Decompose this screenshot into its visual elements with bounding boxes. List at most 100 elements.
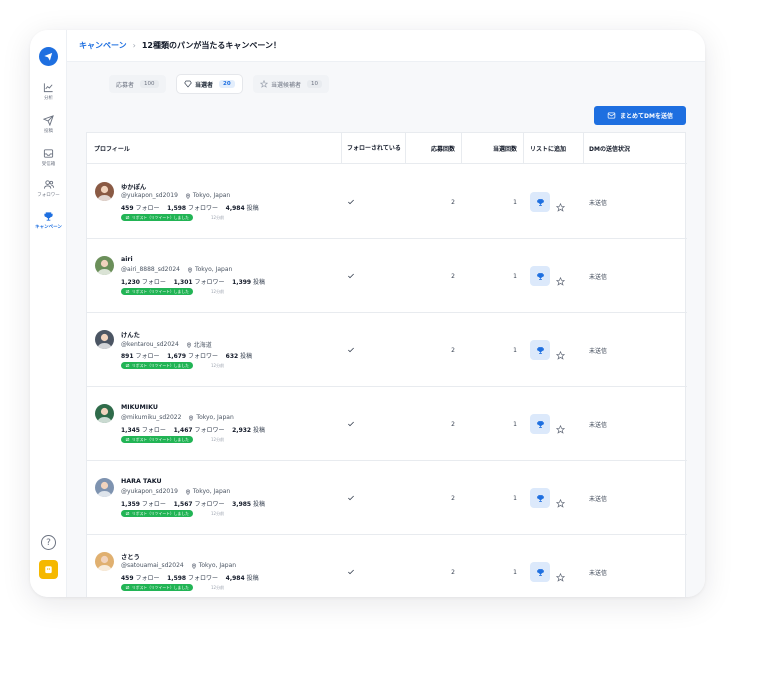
- tab-count: 10: [307, 80, 323, 88]
- trophy-icon: [536, 346, 544, 354]
- repost-badge: リポスト（リツイート）しました: [121, 584, 193, 591]
- sidebar-item-label: 受信箱: [41, 162, 56, 167]
- user-name[interactable]: けんた: [121, 330, 140, 339]
- inbox-icon: [43, 149, 54, 158]
- table-header: プロフィール フォローされている 応募回数 当選回数 リストに追加 DMの送信状…: [87, 133, 687, 164]
- wins-count: 1: [513, 346, 517, 354]
- applications-count: 2: [451, 272, 455, 280]
- star-outline-icon: [555, 276, 566, 286]
- user-handle: @satouamai_sd2024 Tokyo, Japan: [121, 562, 237, 569]
- breadcrumb-separator: ›: [132, 41, 136, 50]
- winner-trophy-button[interactable]: [530, 192, 550, 212]
- trophy-icon: [536, 568, 544, 576]
- avatar[interactable]: [95, 182, 114, 201]
- winner-trophy-button[interactable]: [530, 414, 550, 434]
- users-icon: [43, 180, 54, 189]
- user-location: Tokyo, Japan: [196, 414, 234, 421]
- column-header-dm-status: DMの送信状況: [589, 146, 630, 153]
- bulk-dm-button[interactable]: まとめてDMを送信: [594, 106, 686, 125]
- user-stats: 1,345 フォロー 1,467 フォロワー 2,932 投稿: [121, 427, 266, 434]
- repost-badge: リポスト（リツイート）しました: [121, 510, 193, 517]
- sidebar-item-followers[interactable]: フォロワー: [30, 179, 67, 198]
- sidebar-item-campaign[interactable]: キャンペーン: [30, 211, 67, 230]
- add-to-list-star-button[interactable]: [555, 493, 566, 512]
- user-location: Tokyo, Japan: [194, 266, 233, 273]
- user-stats: 459 フォロー 1,598 フォロワー 4,984 投稿: [121, 205, 259, 212]
- dm-status: 未送信: [589, 273, 608, 281]
- sidebar-item-label: 分析: [44, 96, 53, 101]
- tab-count: 100: [140, 80, 159, 88]
- table-row[interactable]: airi @airi_8888_sd2024 Tokyo, Japan 1,23…: [87, 239, 687, 313]
- repost-icon: [125, 364, 130, 367]
- avatar[interactable]: [95, 330, 114, 349]
- winner-trophy-button[interactable]: [530, 266, 550, 286]
- help-icon[interactable]: ?: [41, 535, 56, 550]
- user-location: Tokyo, Japan: [192, 488, 231, 495]
- user-name[interactable]: さとう: [121, 552, 140, 561]
- table-row[interactable]: さとう @satouamai_sd2024 Tokyo, Japan 459 フ…: [87, 535, 687, 597]
- sidebar-item-inbox[interactable]: 受信箱: [30, 148, 67, 167]
- app-icon[interactable]: [39, 560, 58, 579]
- location-pin-icon: [185, 489, 190, 495]
- tab-applicants[interactable]: 応募者 100: [109, 75, 166, 93]
- winner-trophy-button[interactable]: [530, 562, 550, 582]
- sidebar: 分析 投稿 受信箱 フォロワー キャンペーン ?: [30, 30, 67, 597]
- location-pin-icon: [191, 563, 196, 569]
- table-row[interactable]: HARA TAKU @yukapon_sd2019 Tokyo, Japan 1…: [87, 461, 687, 535]
- avatar[interactable]: [95, 552, 114, 571]
- breadcrumb-link-campaign[interactable]: キャンペーン: [79, 40, 127, 51]
- avatar[interactable]: [95, 478, 114, 497]
- location-pin-icon: [189, 415, 194, 421]
- repost-time: 12分前: [211, 585, 225, 590]
- table-row[interactable]: MIKUMIKU @mikumiku_sd2022 Tokyo, Japan 1…: [87, 387, 687, 461]
- repost-icon: [125, 586, 130, 589]
- repost-icon: [125, 512, 130, 515]
- repost-badge: リポスト（リツイート）しました: [121, 214, 193, 221]
- table-row[interactable]: ゆかぽん @yukapon_sd2019 Tokyo, Japan 459 フォ…: [87, 165, 687, 239]
- user-handle: @airi_8888_sd2024 Tokyo, Japan: [121, 266, 233, 273]
- sidebar-item-label: 投稿: [44, 129, 53, 134]
- tab-winners[interactable]: 当選者 20: [177, 75, 242, 93]
- star-outline-icon: [555, 572, 566, 582]
- winner-trophy-button[interactable]: [530, 488, 550, 508]
- trophy-icon: [536, 272, 544, 280]
- repost-time: 12分前: [211, 511, 225, 516]
- avatar[interactable]: [95, 404, 114, 423]
- breadcrumb: キャンペーン › 12種類のパンが当たるキャンペーン！: [67, 30, 705, 62]
- user-handle: @mikumiku_sd2022 Tokyo, Japan: [121, 414, 234, 421]
- repost-time: 12分前: [211, 215, 225, 220]
- applications-count: 2: [451, 420, 455, 428]
- following-check-icon: [347, 387, 361, 461]
- add-to-list-star-button[interactable]: [555, 345, 566, 364]
- add-to-list-star-button[interactable]: [555, 567, 566, 586]
- add-to-list-star-button[interactable]: [555, 197, 566, 216]
- applications-count: 2: [451, 494, 455, 502]
- table-row[interactable]: けんた @kentarou_sd2024 北海道 891 フォロー 1,679 …: [87, 313, 687, 387]
- user-name[interactable]: MIKUMIKU: [121, 404, 158, 411]
- trophy-icon: [536, 420, 544, 428]
- logo-icon[interactable]: [39, 47, 58, 66]
- repost-time: 12分前: [211, 437, 225, 442]
- following-check-icon: [347, 239, 361, 313]
- tab-candidates[interactable]: 当選候補者 10: [253, 75, 330, 93]
- user-handle: @yukapon_sd2019 Tokyo, Japan: [121, 192, 231, 199]
- add-to-list-star-button[interactable]: [555, 271, 566, 290]
- main-content: キャンペーン › 12種類のパンが当たるキャンペーン！ 応募者 100 当選者 …: [67, 30, 705, 597]
- following-check-icon: [347, 461, 361, 535]
- add-to-list-star-button[interactable]: [555, 419, 566, 438]
- following-check-icon: [347, 165, 361, 239]
- wins-count: 1: [513, 272, 517, 280]
- wins-count: 1: [513, 494, 517, 502]
- user-stats: 1,359 フォロー 1,567 フォロワー 3,985 投稿: [121, 501, 266, 508]
- wins-count: 1: [513, 568, 517, 576]
- sidebar-item-posts[interactable]: 投稿: [30, 115, 67, 134]
- winner-trophy-button[interactable]: [530, 340, 550, 360]
- user-name[interactable]: ゆかぽん: [121, 182, 146, 191]
- avatar[interactable]: [95, 256, 114, 275]
- user-name[interactable]: HARA TAKU: [121, 478, 162, 485]
- trophy-icon: [44, 212, 53, 221]
- winners-table: プロフィール フォローされている 応募回数 当選回数 リストに追加 DMの送信状…: [86, 132, 687, 597]
- dm-status: 未送信: [589, 347, 608, 355]
- sidebar-item-analytics[interactable]: 分析: [30, 82, 67, 101]
- user-name[interactable]: airi: [121, 256, 133, 263]
